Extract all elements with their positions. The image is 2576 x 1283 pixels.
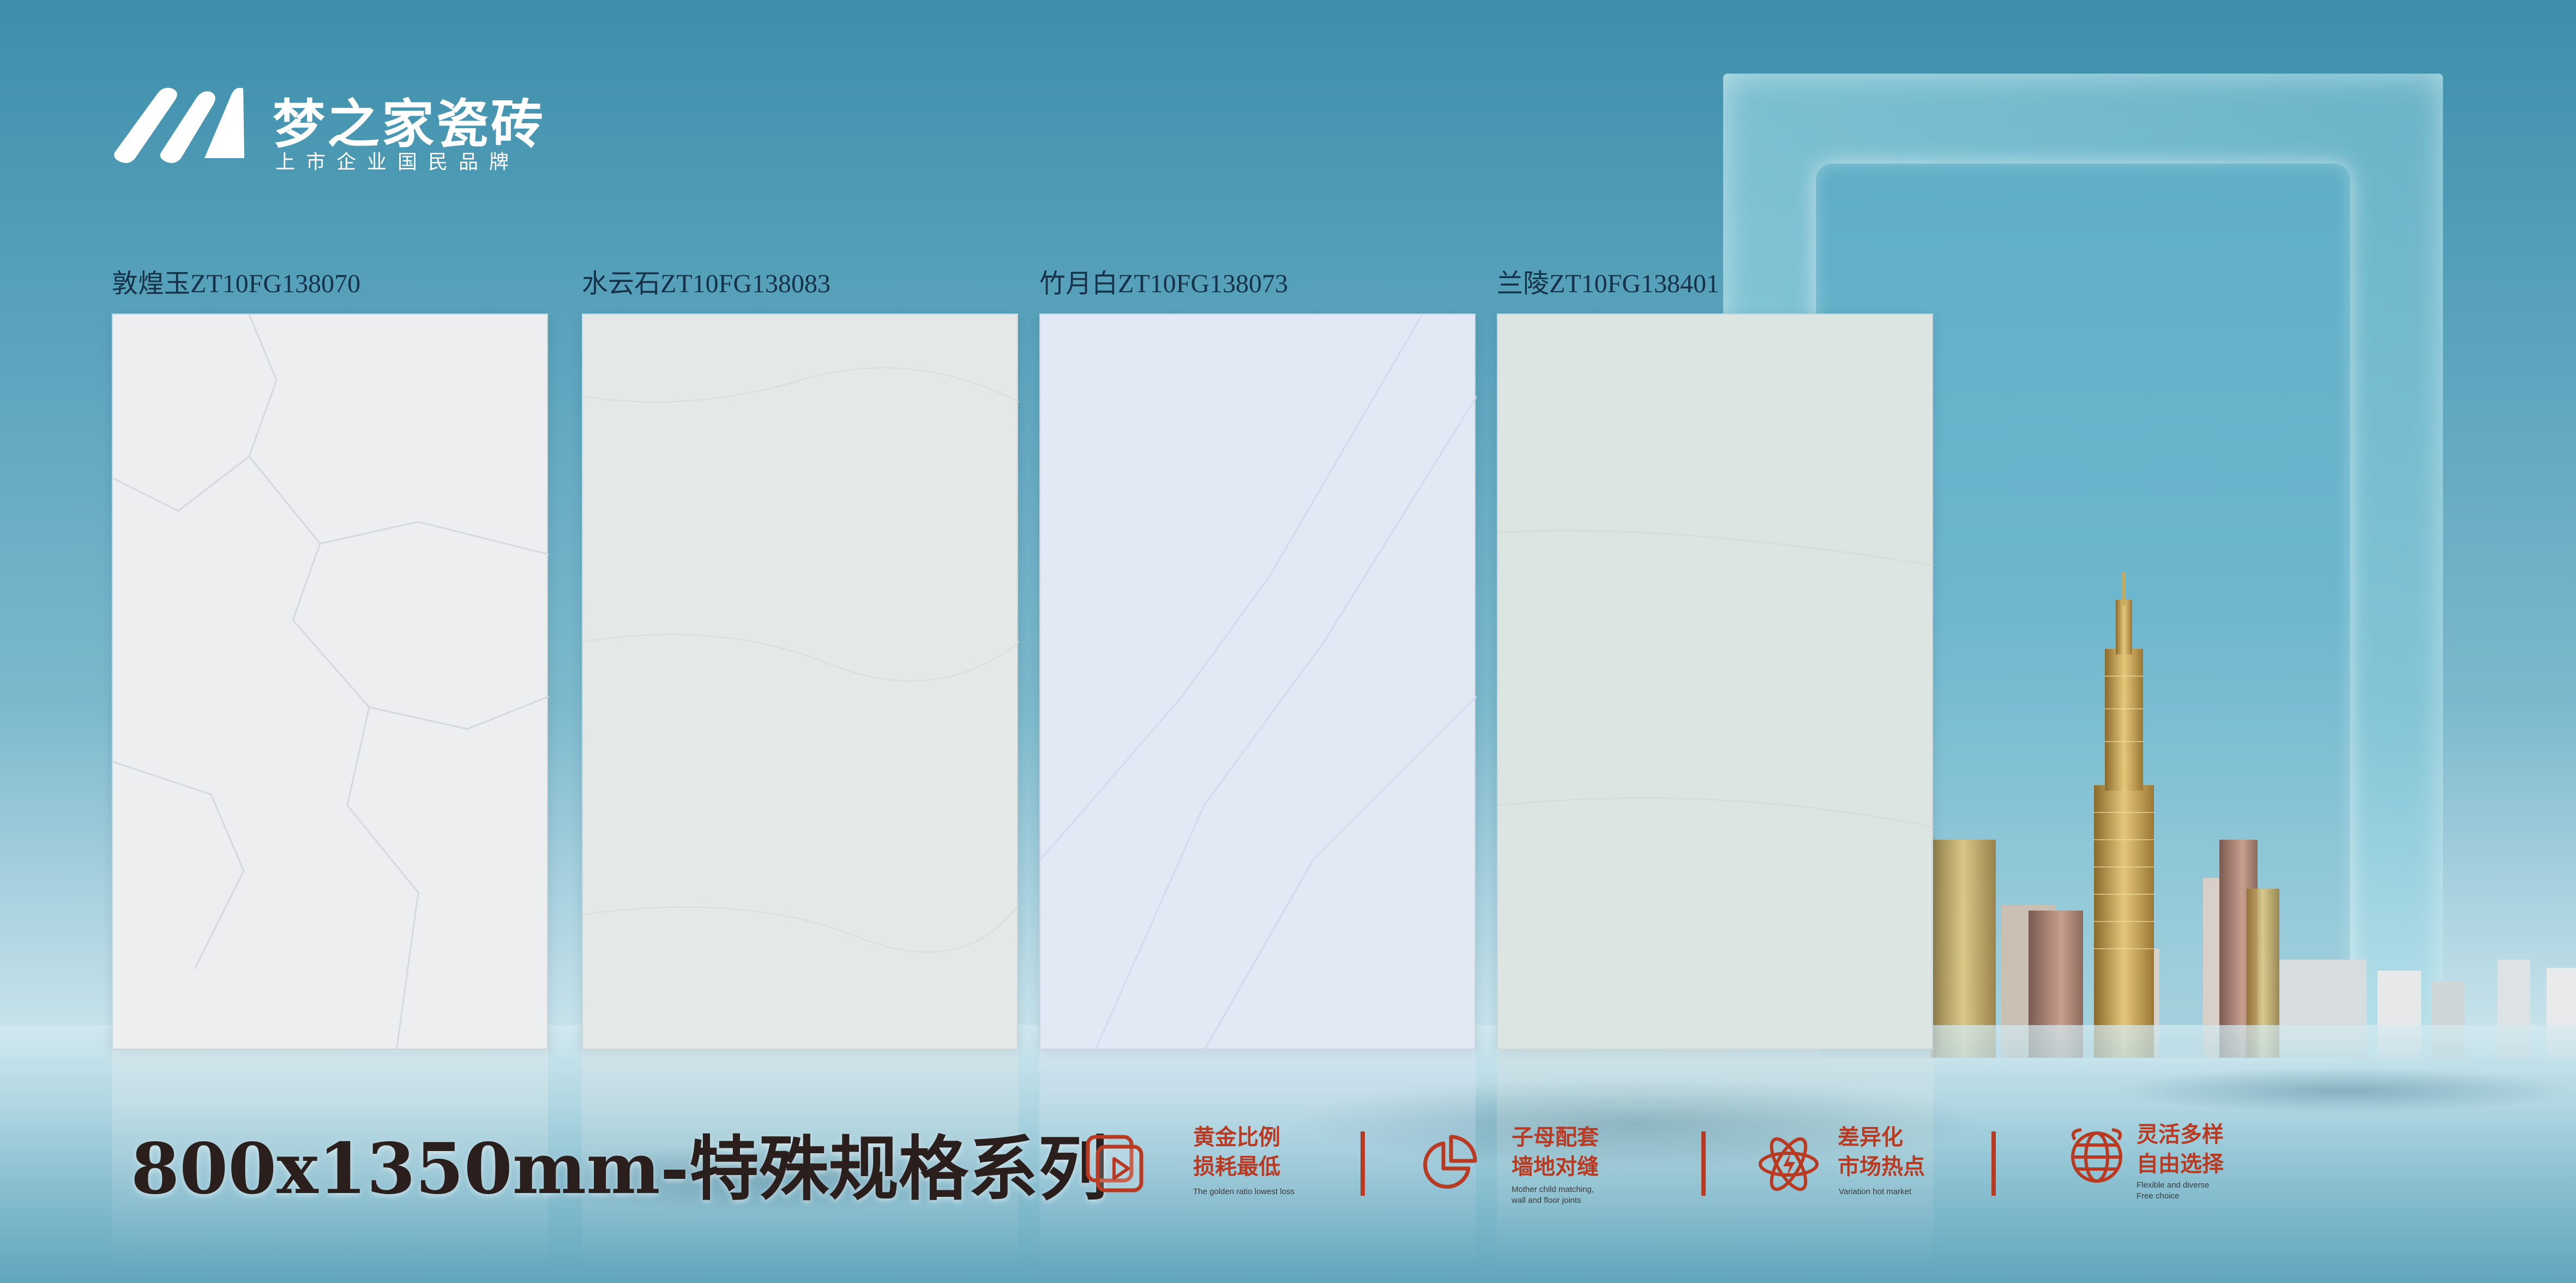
brand-tagline: 上市企业国民品牌 xyxy=(275,151,520,173)
marble-texture-2 xyxy=(582,367,1020,953)
city-skyline-image xyxy=(1930,573,2576,1058)
feature-2-en-2: wall and floor joints xyxy=(1512,1196,1581,1205)
tile-swatch-1 xyxy=(112,314,550,1051)
feature-2-line2: 墙地对缝 xyxy=(1512,1154,1599,1179)
series-title: 800x1350mm-特殊规格系列 xyxy=(131,1128,1108,1210)
play-layers-icon xyxy=(1086,1135,1143,1192)
tile-label-4: 兰陵ZT10FG138401 xyxy=(1497,269,1720,298)
globe-icon xyxy=(2071,1128,2122,1183)
feature-3-en: Variation hot market xyxy=(1839,1187,1912,1196)
marble-texture-4 xyxy=(1497,530,1935,828)
tile-swatch-3 xyxy=(1039,314,1478,1051)
feature-4-line1: 灵活多样 xyxy=(2136,1122,2224,1147)
tile-label-1: 敦煌玉ZT10FG138070 xyxy=(112,269,361,298)
feature-1-en: The golden ratio lowest loss xyxy=(1193,1187,1295,1196)
feature-2-line1: 子母配套 xyxy=(1512,1125,1599,1150)
tile-swatch-2 xyxy=(582,314,1020,1050)
feature-3-line2: 市场热点 xyxy=(1838,1154,1925,1179)
feature-3-line1: 差异化 xyxy=(1838,1125,1903,1150)
tile-label-2: 水云石ZT10FG138083 xyxy=(582,269,831,298)
feature-divider-2 xyxy=(1701,1131,1706,1196)
pie-chart-icon xyxy=(1423,1135,1477,1189)
marble-veins-1 xyxy=(112,314,550,1051)
feature-1-line2: 损耗最低 xyxy=(1193,1154,1280,1179)
tile-swatch-4 xyxy=(1497,314,1935,1050)
atom-icon xyxy=(1759,1137,1819,1191)
feature-4-en-1: Flexible and diverse xyxy=(2136,1180,2210,1190)
marble-veins-3 xyxy=(1039,314,1478,1051)
feature-2-en-1: Mother child matching, xyxy=(1512,1185,1594,1194)
feature-4-en-2: Free choice xyxy=(2136,1191,2180,1201)
feature-divider-1 xyxy=(1361,1131,1365,1196)
feature-1-line1: 黄金比例 xyxy=(1193,1125,1280,1150)
feature-4-line2: 自由选择 xyxy=(2136,1152,2224,1177)
tile-label-3: 竹月白ZT10FG138073 xyxy=(1039,269,1289,298)
feature-divider-3 xyxy=(1991,1131,1996,1196)
brand-logo-icon xyxy=(114,88,244,163)
